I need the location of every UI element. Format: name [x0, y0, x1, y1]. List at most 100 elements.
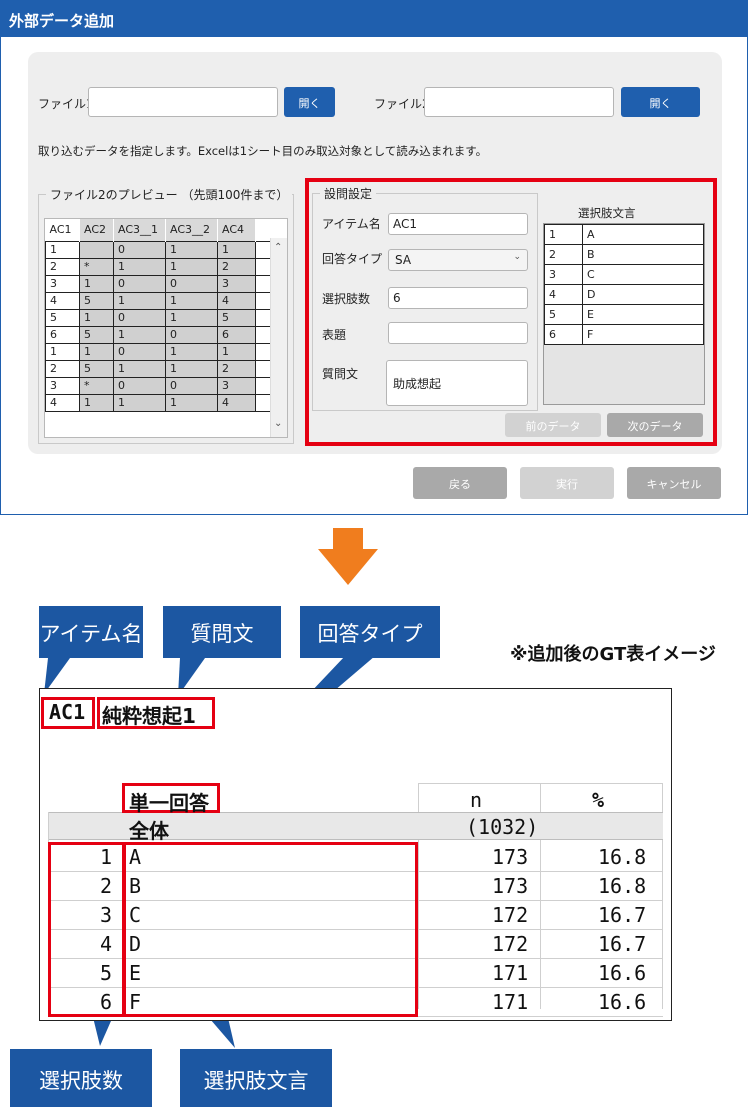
gt-total-label: 全体	[129, 819, 169, 843]
heading-input[interactable]	[388, 322, 528, 344]
choice-row[interactable]: 1A	[544, 224, 704, 245]
instruction-text: 取り込むデータを指定します。Excelは1シート目のみ取込対象として読み込まれま…	[38, 144, 488, 158]
choice-row[interactable]: 6F	[544, 324, 704, 345]
item-name-callout: アイテム名	[39, 606, 143, 658]
gt-item-name: AC1	[49, 700, 86, 724]
answer-type-select[interactable]: SA ⌄	[388, 249, 528, 271]
gt-note: ※追加後のGT表イメージ	[510, 644, 716, 665]
gt-row-line	[418, 783, 663, 784]
question-textarea[interactable]: 助成想起	[386, 360, 528, 406]
gt-pct-value: 16.7	[598, 903, 647, 927]
back-button[interactable]: 戻る	[413, 467, 507, 499]
item-name-label: アイテム名	[322, 217, 381, 231]
file1-open-button[interactable]: 開く	[284, 87, 335, 117]
heading-label: 表題	[322, 328, 347, 342]
preview-cell: 0	[113, 308, 166, 327]
preview-cell: 2	[217, 257, 256, 276]
gt-n-value: 172	[492, 903, 529, 927]
preview-row: 31003	[45, 274, 274, 293]
choice-row[interactable]: 4D	[544, 284, 704, 305]
preview-cell: 1	[165, 359, 218, 378]
choice-text: F	[582, 324, 704, 345]
choice-text: A	[582, 224, 704, 245]
preview-cell: 1	[165, 393, 218, 412]
choice-text-callout: 選択肢文言	[180, 1049, 332, 1107]
gt-choice-no-box	[48, 842, 126, 1017]
preview-cell: 5	[79, 325, 114, 344]
scroll-up-icon[interactable]: ⌃	[274, 242, 282, 253]
preview-cell: 0	[113, 342, 166, 361]
gt-pct-value: 16.8	[598, 845, 647, 869]
preview-cell: 1	[45, 342, 80, 361]
file2-input[interactable]	[424, 87, 614, 117]
choice-row[interactable]: 5E	[544, 304, 704, 325]
question-label: 質問文	[322, 367, 359, 381]
preview-cell: 5	[79, 291, 114, 310]
gt-n-value: 173	[492, 845, 529, 869]
gt-n-value: 171	[492, 961, 529, 985]
scroll-down-icon[interactable]: ⌄	[274, 418, 282, 429]
gt-table-image: AC1 純粋想起1 単一回答 n % 全体 (1032) 1 A 173 16.8 2 B…	[39, 688, 672, 1021]
preview-row: 1011	[45, 240, 274, 259]
preview-cell: 0	[113, 274, 166, 293]
item-name-input[interactable]: AC1	[388, 213, 528, 235]
choice-number: 5	[544, 304, 583, 325]
choice-text-grid[interactable]: 1A2B3C4D5E6F	[543, 223, 705, 405]
preview-cell: 1	[165, 342, 218, 361]
preview-cell: 5	[217, 308, 256, 327]
preview-column-header: AC2	[79, 219, 114, 241]
gt-pct-value: 16.8	[598, 874, 647, 898]
preview-scrollbar[interactable]: ⌃ ⌄	[270, 238, 287, 437]
choice-table: 1A2B3C4D5E6F	[544, 224, 704, 345]
preview-column-header: AC4	[217, 219, 256, 241]
choice-text: E	[582, 304, 704, 325]
gt-n-value: 172	[492, 932, 529, 956]
preview-cell: 6	[217, 325, 256, 344]
choice-text: C	[582, 264, 704, 285]
preview-cell: 0	[165, 325, 218, 344]
preview-cell: *	[79, 376, 114, 395]
preview-cell: 1	[79, 393, 114, 412]
preview-cell: 1	[165, 257, 218, 276]
preview-legend: ファイル2のプレビュー （先頭100件まで）	[46, 186, 293, 203]
answer-type-value: SA	[395, 253, 412, 267]
next-data-button[interactable]: 次のデータ	[607, 413, 703, 437]
preview-cell: 1	[217, 342, 256, 361]
choice-number: 1	[544, 224, 583, 245]
preview-cell: 3	[45, 376, 80, 395]
file1-input[interactable]	[88, 87, 278, 117]
gt-question: 純粋想起1	[102, 704, 196, 728]
preview-cell: 4	[217, 291, 256, 310]
preview-cell: 2	[45, 257, 80, 276]
preview-cell: 1	[165, 291, 218, 310]
preview-cell: 1	[165, 308, 218, 327]
question-callout: 質問文	[163, 606, 281, 658]
preview-row: 2 * 1 1 2	[45, 257, 274, 276]
preview-cell: 3	[217, 376, 256, 395]
file2-open-button[interactable]: 開く	[621, 87, 700, 117]
preview-cell: 0	[113, 240, 166, 259]
gt-n-value: 171	[492, 990, 529, 1014]
preview-grid[interactable]: AC1 AC2 AC3__1 AC3__2 AC4 1 0 1 1 2 * 1 1 2 3 1 0 0 3 4 5 1 1…	[44, 218, 288, 438]
preview-row: 51015	[45, 308, 274, 327]
preview-cell: 1	[165, 240, 218, 259]
preview-cell: 1	[113, 291, 166, 310]
prev-data-button[interactable]: 前のデータ	[505, 413, 601, 437]
preview-cell: 1	[79, 274, 114, 293]
preview-cell: 1	[79, 342, 114, 361]
preview-cell: 1	[113, 257, 166, 276]
preview-row: 11011	[45, 342, 274, 361]
preview-cell: 2	[217, 359, 256, 378]
cancel-button[interactable]: キャンセル	[627, 467, 721, 499]
preview-cell: 0	[165, 376, 218, 395]
choice-count-input[interactable]: 6	[388, 287, 528, 309]
preview-cell: 4	[45, 393, 80, 412]
choice-row[interactable]: 3C	[544, 264, 704, 285]
run-button[interactable]: 実行	[520, 467, 614, 499]
gt-pct-value: 16.6	[598, 961, 647, 985]
chevron-down-icon: ⌄	[513, 252, 521, 262]
choice-text: B	[582, 244, 704, 265]
file1-label: ファイル1	[38, 97, 94, 111]
preview-row: 3 * 0 0 3	[45, 376, 274, 395]
choice-row[interactable]: 2B	[544, 244, 704, 265]
